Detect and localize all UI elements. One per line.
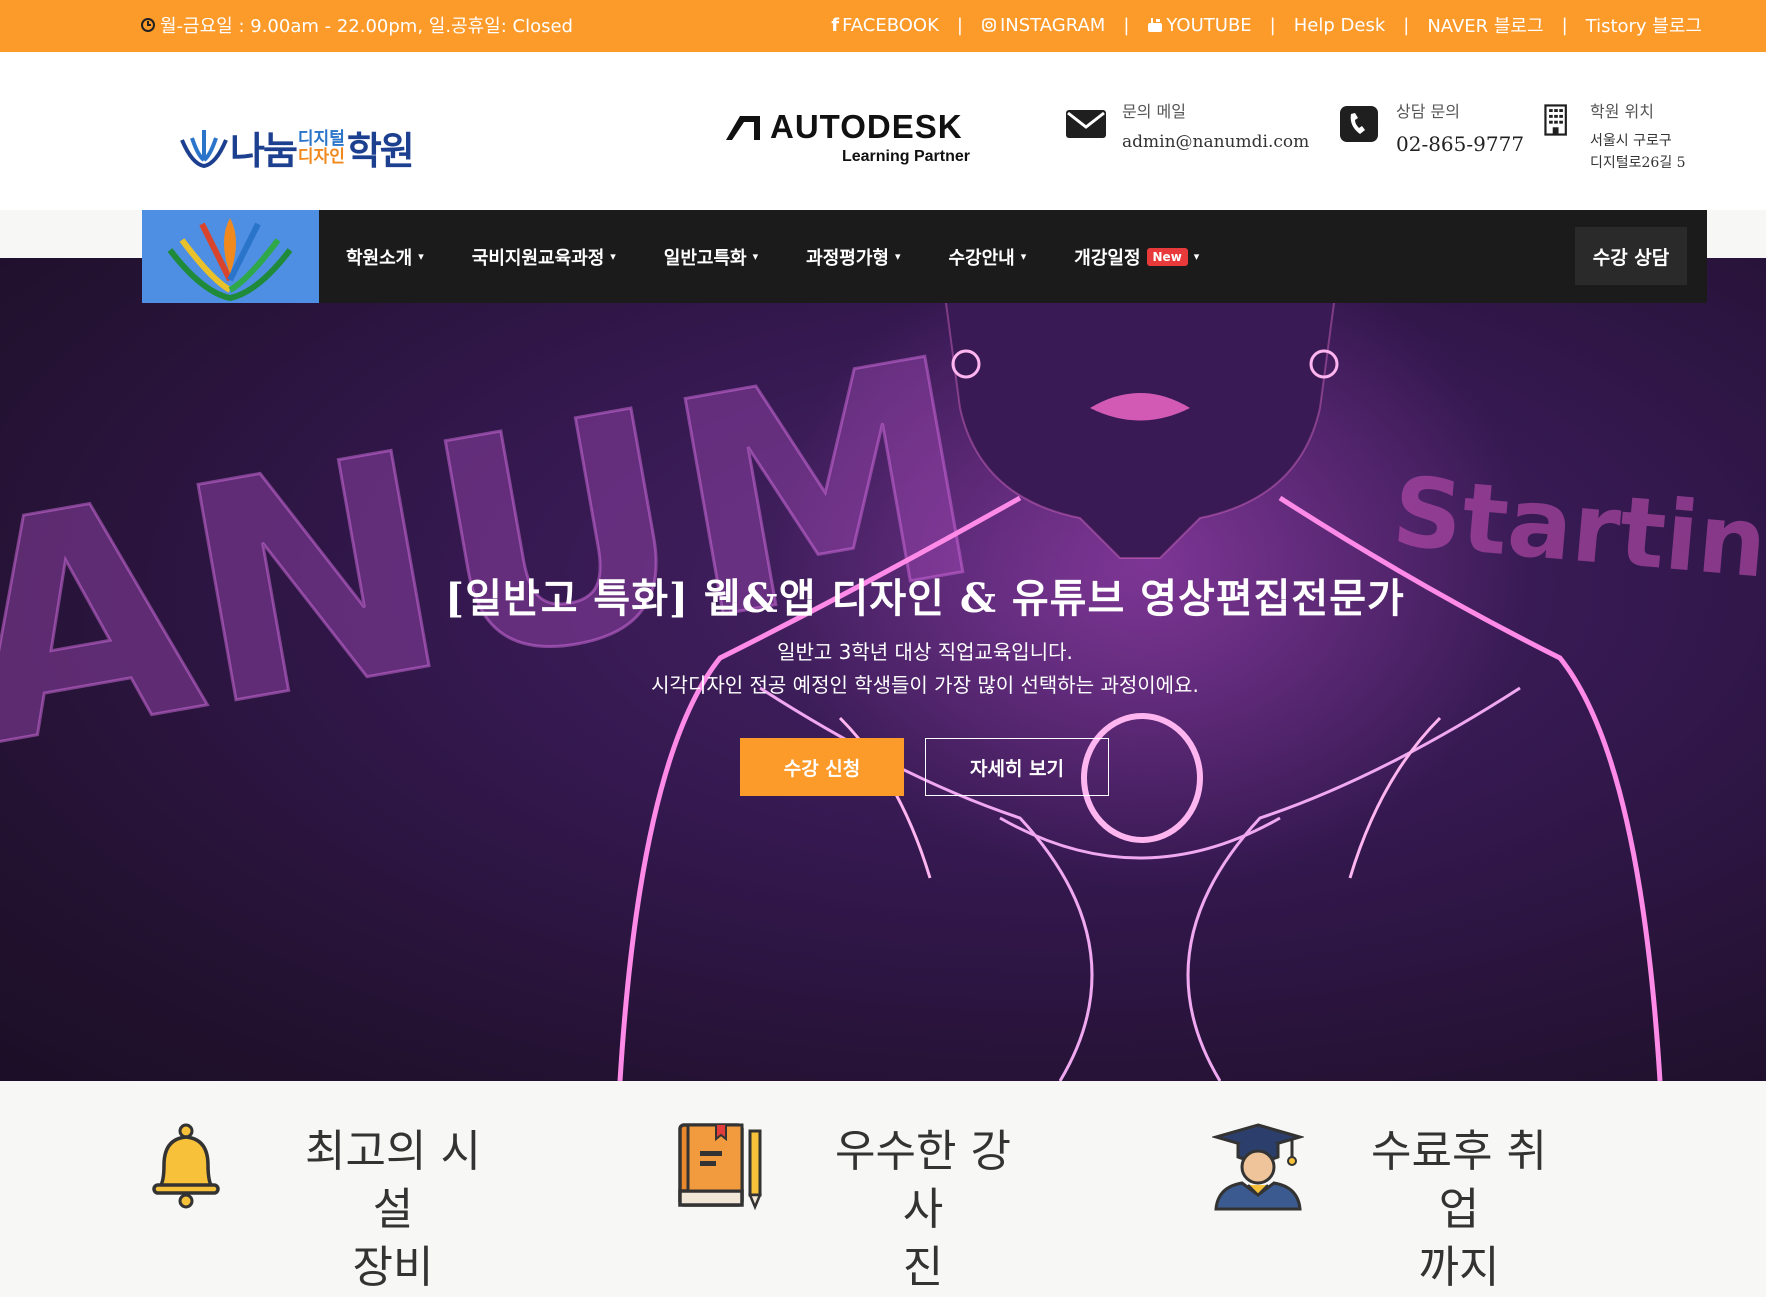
logo-text-part1: 나눔 [230, 129, 298, 173]
feature-facility-text: 최고의 시설 장비 [288, 1123, 498, 1297]
instagram-label: INSTAGRAM [999, 14, 1106, 36]
nav-logo[interactable] [142, 210, 319, 303]
nav-item-schedule[interactable]: 개강일정 New ▾ [1074, 244, 1199, 270]
business-hours: 월-금요일 : 9.00am - 22.00pm, 일.공휴일: Closed [140, 12, 573, 38]
feature-line2: 장비 [352, 1242, 434, 1293]
contact-mail: 문의 메일 admin@nanumdi.com [1064, 98, 1309, 152]
apply-button[interactable]: 수강 신청 [740, 738, 904, 796]
feature-teachers-text: 우수한 강사 진 [818, 1123, 1028, 1297]
nav-item-label: 과정평가형 [806, 247, 889, 269]
hero-subtitle-2: 시각디자인 전공 예정인 학생들이 가장 많이 선택하는 과정이에요. [651, 673, 1199, 697]
autodesk-logo-icon [726, 116, 760, 140]
nav-item-label: 개강일정 [1074, 247, 1141, 269]
facebook-link[interactable]: f FACEBOOK [831, 15, 939, 36]
clock-icon [141, 18, 155, 32]
location-label: 학원 위치 [1590, 102, 1654, 121]
separator: | [1403, 14, 1410, 36]
top-bar: 월-금요일 : 9.00am - 22.00pm, 일.공휴일: Closed … [0, 0, 1766, 52]
feature-line1: 우수한 강사 [835, 1126, 1011, 1235]
autodesk-brand: AUTODESK [770, 108, 963, 145]
youtube-icon [1148, 18, 1163, 32]
feature-employment-text: 수료후 취업 까지 [1354, 1123, 1564, 1297]
separator: | [1269, 14, 1276, 36]
features-section: 최고의 시설 장비 우수한 강사 진 수료후 취업 까지 [0, 1081, 1766, 1293]
feature-facility: 최고의 시설 장비 [146, 1121, 498, 1297]
envelope-icon [1066, 110, 1106, 138]
location-line2: 디지털로26길 5 [1590, 155, 1686, 171]
separator: | [1123, 14, 1130, 36]
nav-item-evaluation[interactable]: 과정평가형 ▾ [806, 244, 900, 270]
nav-item-govt-courses[interactable]: 국비지원교육과정 ▾ [472, 244, 616, 270]
hero-banner: ANUM Starting [일반고 특화] 웹&앱 디자인 & 유튜브 영상편… [0, 258, 1766, 1081]
consult-button[interactable]: 수강 상담 [1575, 227, 1687, 285]
location-value[interactable]: 서울시 구로구 디지털로26길 5 [1590, 130, 1686, 174]
more-button[interactable]: 자세히 보기 [925, 738, 1109, 796]
chevron-down-icon: ▾ [418, 250, 424, 263]
logo-text-design: 디자인 [297, 146, 345, 167]
location-line1: 서울시 구로구 [1590, 133, 1672, 149]
phone-label: 상담 문의 [1396, 102, 1460, 121]
nav-item-about[interactable]: 학원소개 ▾ [346, 244, 424, 270]
instagram-link[interactable]: INSTAGRAM [981, 15, 1105, 36]
facebook-icon: f [831, 14, 840, 36]
separator: | [956, 14, 963, 36]
instagram-icon [982, 18, 996, 32]
nav-item-label: 학원소개 [346, 247, 413, 269]
feature-teachers: 우수한 강사 진 [676, 1121, 1028, 1297]
contact-phone: 상담 문의 02-865-9777 [1338, 98, 1524, 156]
feature-line2: 진 [902, 1242, 944, 1293]
chevron-down-icon: ▾ [610, 250, 616, 263]
nav-item-label: 국비지원교육과정 [471, 247, 605, 269]
phone-icon [1340, 106, 1378, 142]
bell-icon [152, 1123, 220, 1209]
logo-text-part2: 학원 [346, 129, 415, 173]
hero-subtitle-1: 일반고 3학년 대상 직업교육입니다. [777, 640, 1073, 664]
nav-item-label: 수강안내 [948, 247, 1015, 269]
social-links: f FACEBOOK | INSTAGRAM | YOUTUBE | Help … [831, 12, 1702, 38]
nav-item-label: 일반고특화 [663, 247, 747, 269]
chevron-down-icon: ▾ [1193, 250, 1200, 263]
facebook-label: FACEBOOK [842, 14, 939, 36]
logo-text-stack: 디지털 디자인 [298, 130, 345, 166]
nav-item-highschool[interactable]: 일반고특화 ▾ [664, 244, 758, 270]
separator: | [1561, 14, 1568, 36]
site-header: 나눔 디지털 디자인 학원 AUTODESK Learning Partner … [0, 52, 1766, 210]
help-desk-link[interactable]: Help Desk [1294, 15, 1386, 36]
youtube-label: YOUTUBE [1166, 14, 1252, 36]
contact-location: 학원 위치 서울시 구로구 디지털로26길 5 [1544, 98, 1686, 174]
feature-line2: 까지 [1418, 1242, 1500, 1293]
feature-employment: 수료후 취업 까지 [1212, 1121, 1564, 1297]
chevron-down-icon: ▾ [752, 250, 759, 263]
main-nav: 학원소개 ▾ 국비지원교육과정 ▾ 일반고특화 ▾ 과정평가형 ▾ 수강안내 ▾ 개강일정… [142, 210, 1707, 303]
chevron-down-icon: ▾ [1020, 250, 1027, 263]
feature-line1: 최고의 시설 [305, 1126, 481, 1235]
new-badge: New [1146, 247, 1188, 266]
mail-label: 문의 메일 [1122, 102, 1186, 121]
graduate-icon [1212, 1123, 1304, 1211]
book-flower-logo-icon [167, 218, 293, 302]
tistory-blog-link[interactable]: Tistory 블로그 [1586, 12, 1702, 38]
feature-line1: 수료후 취업 [1371, 1126, 1547, 1235]
business-hours-text: 월-금요일 : 9.00am - 22.00pm, 일.공휴일: Closed [160, 16, 573, 37]
mail-value[interactable]: admin@nanumdi.com [1122, 132, 1309, 152]
youtube-link[interactable]: YOUTUBE [1147, 14, 1252, 36]
book-pencil-icon [678, 1123, 762, 1211]
building-icon [1544, 104, 1567, 136]
nav-item-guide[interactable]: 수강안내 ▾ [948, 244, 1026, 270]
autodesk-partner-logo: AUTODESK Learning Partner [724, 108, 970, 165]
chevron-down-icon: ▾ [894, 250, 901, 263]
site-logo[interactable]: 나눔 디지털 디자인 학원 [178, 120, 415, 175]
naver-blog-link[interactable]: NAVER 블로그 [1427, 12, 1543, 38]
autodesk-sub: Learning Partner [841, 148, 970, 165]
phone-value[interactable]: 02-865-9777 [1396, 132, 1524, 156]
hero-title: [일반고 특화] 웹&앱 디자인 & 유튜브 영상편집전문가 [445, 575, 1405, 622]
lotus-logo-icon [180, 129, 228, 168]
logo-text-digital: 디지털 [297, 128, 345, 149]
nav-items: 학원소개 ▾ 국비지원교육과정 ▾ 일반고특화 ▾ 과정평가형 ▾ 수강안내 ▾ 개강일정… [346, 210, 1247, 303]
